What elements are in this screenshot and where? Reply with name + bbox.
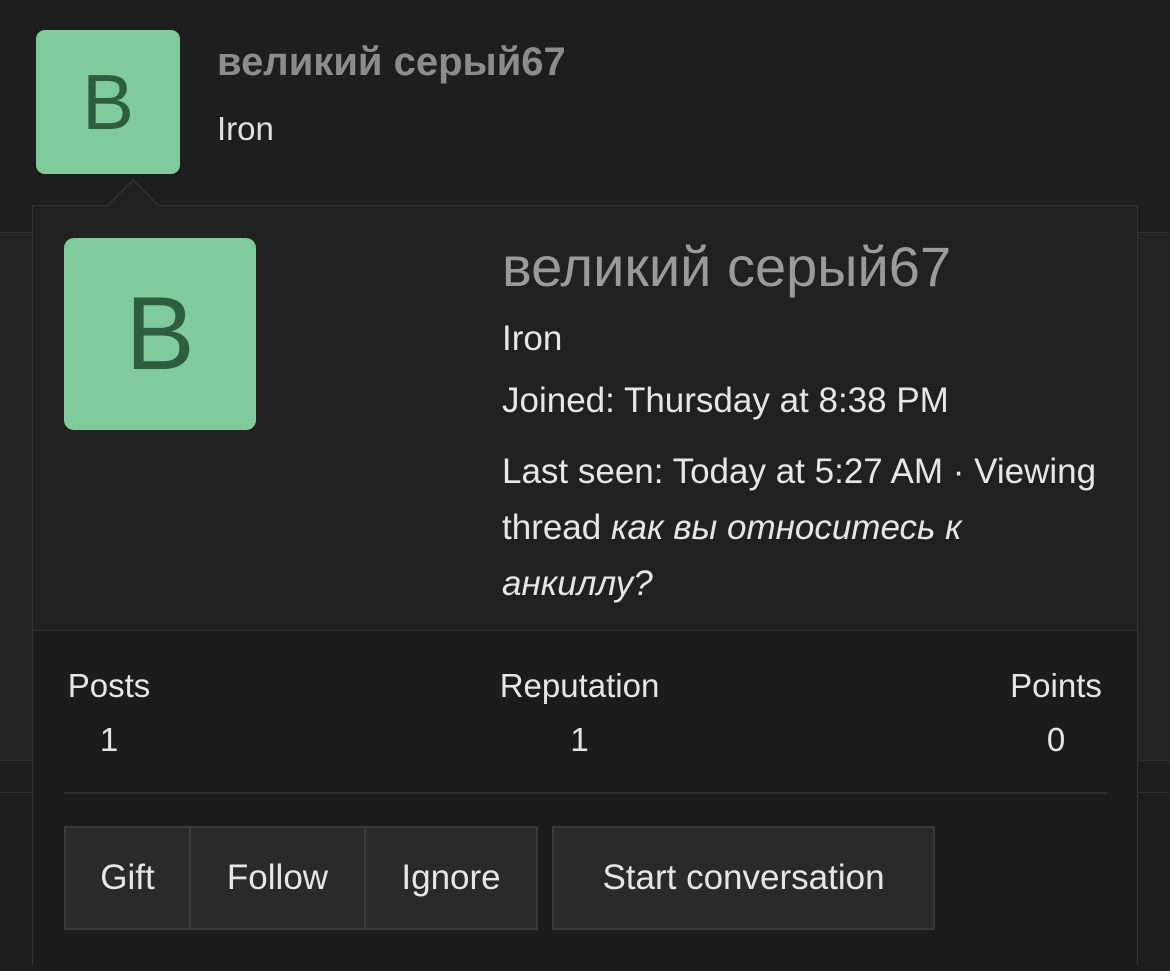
gift-button[interactable]: Gift — [64, 826, 191, 930]
member-tooltip-card: B великий серый67 Iron Joined: Thursday … — [32, 179, 1138, 971]
stat-reputation-label: Reputation — [499, 667, 660, 704]
tooltip-arrow-fill — [107, 181, 159, 207]
follow-button[interactable]: Follow — [189, 826, 366, 930]
stat-posts-value: 1 — [99, 721, 119, 758]
start-conversation-button[interactable]: Start conversation — [552, 826, 935, 930]
stat-posts[interactable]: Posts 1 — [64, 667, 154, 759]
stat-points-value: 0 — [1046, 721, 1066, 758]
avatar-letter: B — [125, 275, 195, 392]
last-seen-text: Last seen: Today at 5:27 AM · — [502, 452, 965, 491]
member-username-link[interactable]: великий серый67 — [502, 234, 951, 299]
stat-reputation[interactable]: Reputation 1 — [492, 667, 667, 759]
avatar-letter: B — [81, 57, 135, 146]
stat-posts-label: Posts — [67, 667, 151, 704]
member-user-title: Iron — [502, 319, 563, 358]
stat-points-label: Points — [1010, 667, 1102, 704]
member-avatar[interactable]: B — [64, 238, 256, 430]
stat-points[interactable]: Points 0 — [1005, 667, 1107, 759]
post-author-header: B великий серый67 Iron — [0, 0, 1170, 205]
member-stats-section: Posts 1 Reputation 1 Points 0 Gift Follo… — [33, 630, 1137, 971]
author-username-link[interactable]: великий серый67 — [217, 40, 566, 85]
stat-reputation-value: 1 — [570, 721, 589, 758]
stats-divider — [64, 792, 1107, 794]
author-user-title: Iron — [217, 110, 274, 147]
member-last-activity: Last seen: Today at 5:27 AM · Viewing th… — [502, 444, 1122, 612]
member-action-buttons: Gift Follow Ignore Start conversation — [64, 826, 935, 936]
author-avatar[interactable]: B — [36, 30, 180, 174]
ignore-button[interactable]: Ignore — [364, 826, 538, 930]
member-joined-date: Joined: Thursday at 8:38 PM — [502, 381, 949, 420]
